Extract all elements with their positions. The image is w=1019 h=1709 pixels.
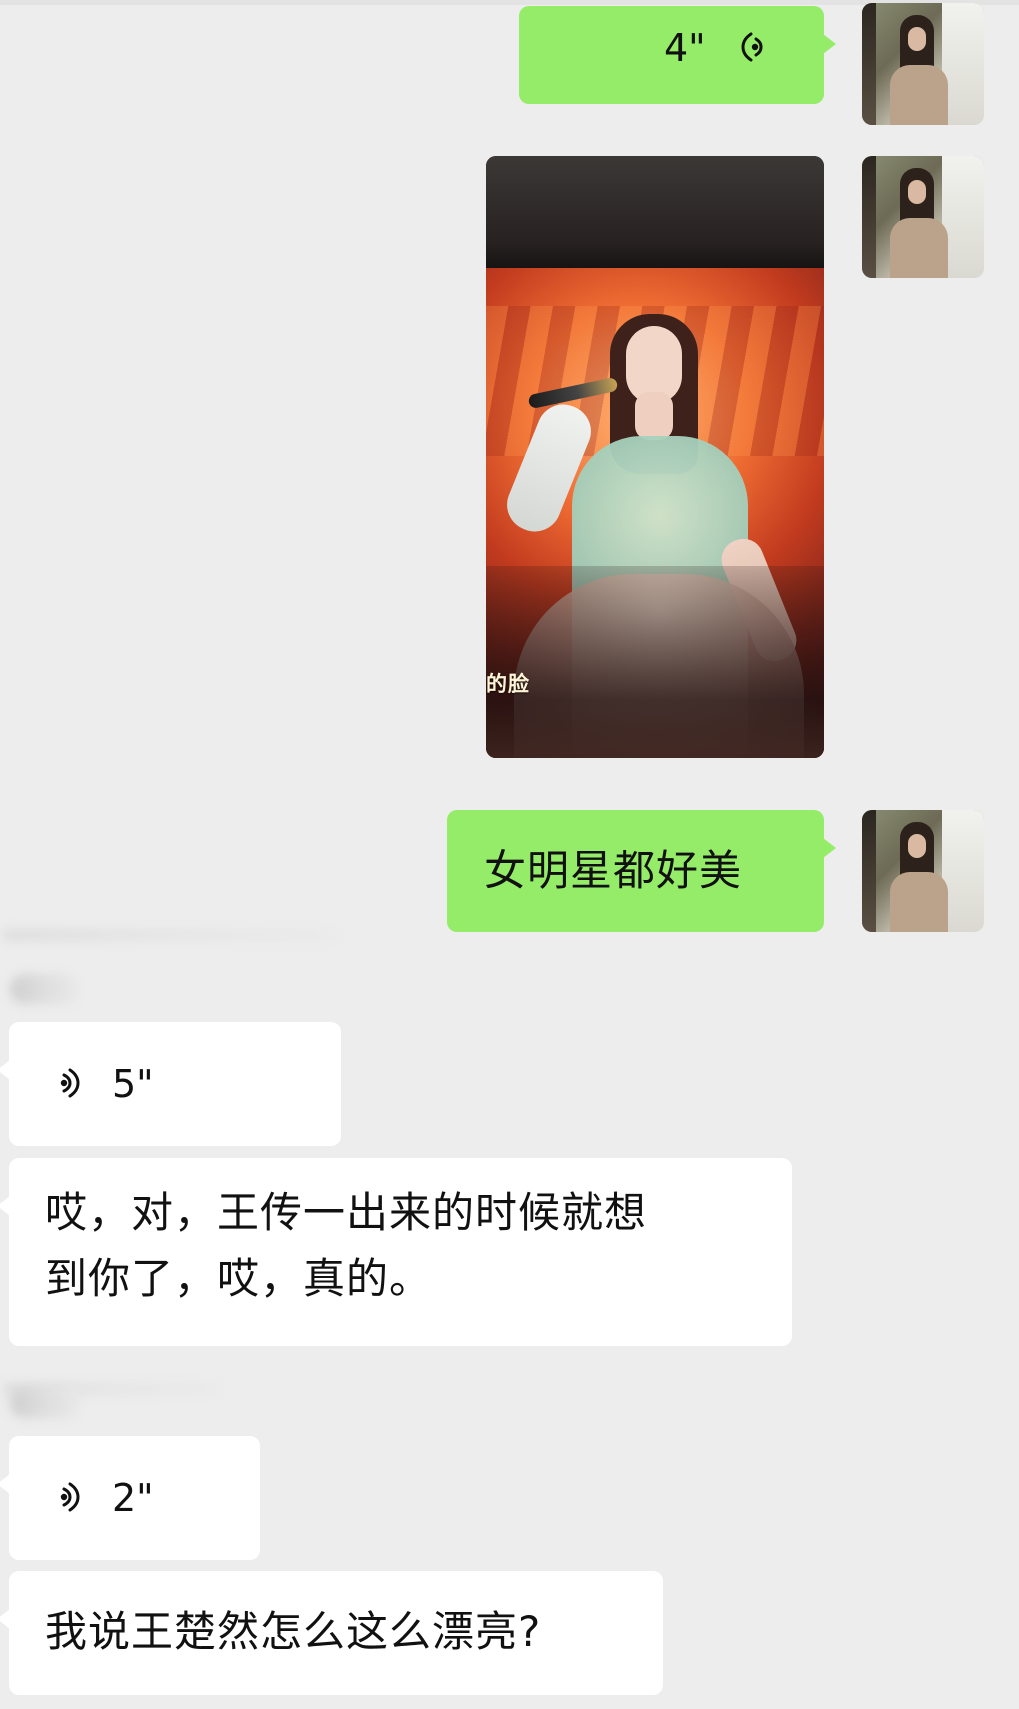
message-text-line-1: 哎，对，王传一出来的时候就想 bbox=[45, 1188, 648, 1237]
user-avatar[interactable] bbox=[862, 3, 984, 125]
voice-duration: 4" bbox=[664, 26, 706, 70]
voice-wave-icon bbox=[741, 32, 763, 62]
incoming-voice-bubble[interactable]: 5" bbox=[0, 1022, 341, 1146]
voice-duration: 5" bbox=[112, 1062, 154, 1106]
outgoing-voice-bubble[interactable]: 4" bbox=[519, 6, 836, 104]
message-text: 女明星都好美 bbox=[484, 846, 743, 895]
sender-name-blur bbox=[10, 1388, 80, 1418]
outgoing-text-bubble[interactable]: 女明星都好美 bbox=[447, 810, 836, 932]
sender-name-blur bbox=[2, 928, 342, 942]
message-text: 我说王楚然怎么这么漂亮? bbox=[45, 1607, 542, 1656]
user-avatar[interactable] bbox=[862, 810, 984, 932]
user-avatar[interactable] bbox=[862, 156, 984, 278]
voice-wave-icon bbox=[60, 1482, 80, 1512]
incoming-text-bubble[interactable]: 哎，对，王传一出来的时候就想 到你了，哎，真的。 bbox=[0, 1158, 792, 1346]
voice-duration: 2" bbox=[112, 1476, 154, 1520]
shared-photo[interactable]: 的脸 bbox=[486, 156, 824, 758]
message-text-line-2: 到你了，哎，真的。 bbox=[45, 1254, 433, 1303]
incoming-voice-bubble[interactable]: 2" bbox=[0, 1436, 260, 1560]
image-subtitle: 的脸 bbox=[486, 672, 530, 696]
sender-name-blur bbox=[10, 974, 78, 1004]
incoming-text-bubble[interactable]: 我说王楚然怎么这么漂亮? bbox=[0, 1571, 663, 1695]
voice-wave-icon bbox=[60, 1068, 80, 1098]
